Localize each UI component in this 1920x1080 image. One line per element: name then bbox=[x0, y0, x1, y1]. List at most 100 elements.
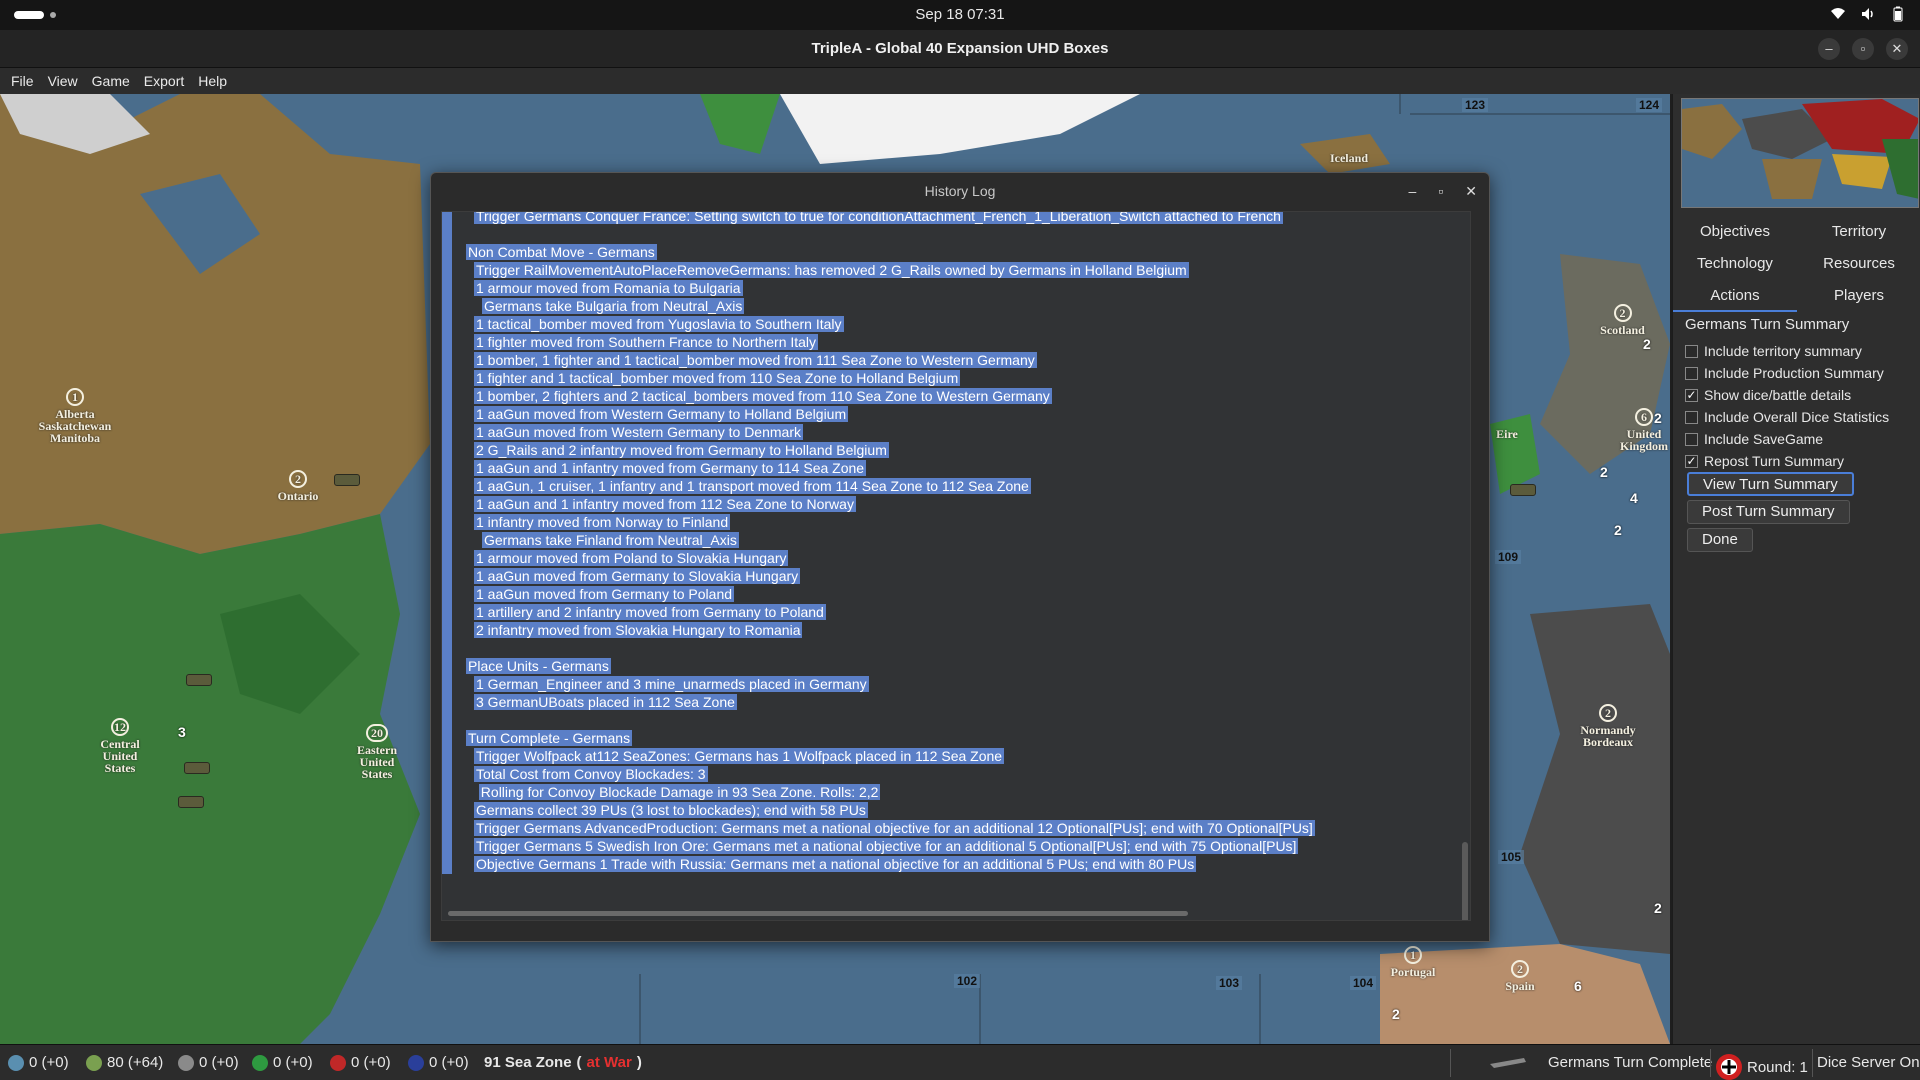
log-line[interactable]: 2 G_Rails and 2 infantry moved from Germ… bbox=[474, 442, 889, 460]
log-line[interactable]: 1 infantry moved from Norway to Finland bbox=[474, 514, 731, 532]
tab-objectives[interactable]: Objectives bbox=[1673, 216, 1797, 248]
territory-united-kingdom[interactable]: 6 United Kingdom bbox=[1618, 408, 1670, 452]
log-line-text: Trigger Germans Conquer France: Setting … bbox=[474, 212, 1283, 224]
clock[interactable]: Sep 18 07:31 bbox=[0, 6, 1920, 23]
dialog-close-button[interactable]: ✕ bbox=[1465, 173, 1477, 209]
sea-zone-label: 102 bbox=[954, 974, 981, 988]
log-line[interactable]: Total Cost from Convoy Blockades: 3 bbox=[474, 766, 708, 784]
resource-pus: 80 (+64) bbox=[86, 1054, 163, 1071]
log-line[interactable]: 1 aaGun and 1 infantry moved from German… bbox=[474, 460, 867, 478]
tab-technology[interactable]: Technology bbox=[1673, 248, 1797, 280]
log-line[interactable]: Turn Complete - Germans bbox=[466, 730, 633, 748]
territory-ontario[interactable]: 2 Ontario bbox=[270, 470, 326, 502]
unit-infantry[interactable] bbox=[186, 674, 212, 686]
dialog-minimize-button[interactable]: – bbox=[1409, 173, 1417, 209]
wifi-icon[interactable] bbox=[1830, 6, 1846, 26]
territory-iceland[interactable]: Iceland bbox=[1318, 152, 1380, 164]
log-line[interactable]: 1 aaGun moved from Germany to Slovakia H… bbox=[474, 568, 801, 586]
checkbox-unchecked-icon[interactable] bbox=[1685, 410, 1698, 424]
view-turn-summary-button[interactable]: View Turn Summary bbox=[1687, 472, 1854, 496]
log-line[interactable]: Germans take Bulgaria from Neutral_Axis bbox=[482, 298, 745, 316]
summary-option-checkbox[interactable]: Include Overall Dice Statistics bbox=[1685, 406, 1889, 428]
checkbox-unchecked-icon[interactable] bbox=[1685, 432, 1698, 446]
territory-central-us[interactable]: 12 Central United States bbox=[90, 718, 150, 774]
unit-battleship[interactable] bbox=[1510, 484, 1536, 496]
territory-spain[interactable]: 2 Spain bbox=[1495, 960, 1545, 992]
mini-map[interactable] bbox=[1681, 98, 1919, 208]
log-line[interactable]: Trigger Germans 5 Swedish Iron Ore: Germ… bbox=[474, 838, 1299, 856]
unit-fighter[interactable] bbox=[178, 796, 204, 808]
log-line[interactable]: 1 aaGun, 1 cruiser, 1 infantry and 1 tra… bbox=[474, 478, 1031, 496]
log-line[interactable]: 2 infantry moved from Slovakia Hungary t… bbox=[474, 622, 803, 640]
dialog-maximize-button[interactable]: ▫ bbox=[1438, 173, 1443, 209]
log-line[interactable]: Germans take Finland from Neutral_Axis bbox=[482, 532, 739, 550]
territory-portugal[interactable]: 1 Portugal bbox=[1385, 946, 1441, 978]
log-line[interactable]: 1 bomber, 2 fighters and 2 tactical_bomb… bbox=[474, 388, 1052, 406]
vertical-scrollbar[interactable] bbox=[1462, 842, 1468, 920]
log-line[interactable]: Trigger Germans Conquer France: Setting … bbox=[474, 212, 1283, 226]
system-tray[interactable] bbox=[1830, 6, 1906, 26]
log-line[interactable]: Rolling for Convoy Blockade Damage in 93… bbox=[478, 784, 881, 802]
log-line[interactable]: Place Units - Germans bbox=[466, 658, 611, 676]
log-line[interactable]: 1 fighter and 1 tactical_bomber moved fr… bbox=[474, 370, 961, 388]
log-line[interactable]: 1 tactical_bomber moved from Yugoslavia … bbox=[474, 316, 844, 334]
summary-option-checkbox[interactable]: Include Production Summary bbox=[1685, 362, 1889, 384]
log-line[interactable]: 1 fighter moved from Southern France to … bbox=[474, 334, 819, 352]
log-line[interactable]: Objective Germans 1 Trade with Russia: G… bbox=[474, 856, 1197, 874]
close-button[interactable]: ✕ bbox=[1886, 38, 1908, 60]
territory-alberta[interactable]: 1 Alberta Saskatchewan Manitoba bbox=[35, 388, 115, 444]
tab-players[interactable]: Players bbox=[1797, 280, 1920, 312]
checkbox-checked-icon[interactable]: ✓ bbox=[1685, 388, 1698, 402]
game-map[interactable]: 1 Alberta Saskatchewan Manitoba 2 Ontario … bbox=[0, 94, 1670, 1044]
checkbox-unchecked-icon[interactable] bbox=[1685, 366, 1698, 380]
unit-count: 2 bbox=[1654, 410, 1662, 426]
summary-option-checkbox[interactable]: Include territory summary bbox=[1685, 340, 1889, 362]
territory-scotland[interactable]: 2 Scotland bbox=[1595, 304, 1650, 336]
summary-option-checkbox[interactable]: Include SaveGame bbox=[1685, 428, 1889, 450]
post-turn-summary-button[interactable]: Post Turn Summary bbox=[1687, 500, 1850, 524]
log-line[interactable]: Non Combat Move - Germans bbox=[466, 244, 657, 262]
menu-export[interactable]: Export bbox=[137, 73, 191, 89]
menu-file[interactable]: File bbox=[4, 73, 41, 89]
checkbox-unchecked-icon[interactable] bbox=[1685, 344, 1698, 358]
log-line-text: Trigger Wolfpack at112 SeaZones: Germans… bbox=[474, 748, 1005, 764]
log-line[interactable]: 1 aaGun moved from Germany to Poland bbox=[474, 586, 735, 604]
tab-territory[interactable]: Territory bbox=[1797, 216, 1920, 248]
log-line[interactable]: 1 German_Engineer and 3 mine_unarmeds pl… bbox=[474, 676, 869, 694]
checkbox-checked-icon[interactable]: ✓ bbox=[1685, 454, 1698, 468]
log-line[interactable]: Germans collect 39 PUs (3 lost to blocka… bbox=[474, 802, 868, 820]
minimize-button[interactable]: – bbox=[1818, 38, 1840, 60]
log-line-text: Place Units - Germans bbox=[466, 658, 611, 674]
menu-view[interactable]: View bbox=[41, 73, 85, 89]
maximize-button[interactable]: ▫ bbox=[1852, 38, 1874, 60]
menu-help[interactable]: Help bbox=[191, 73, 234, 89]
summary-option-checkbox[interactable]: ✓ Repost Turn Summary bbox=[1685, 450, 1889, 472]
log-line[interactable]: 1 bomber, 1 fighter and 1 tactical_bombe… bbox=[474, 352, 1037, 370]
log-line[interactable]: Trigger Wolfpack at112 SeaZones: Germans… bbox=[474, 748, 1005, 766]
battery-icon[interactable] bbox=[1890, 6, 1906, 26]
log-line[interactable]: 1 aaGun moved from Western Germany to De… bbox=[474, 424, 803, 442]
volume-icon[interactable] bbox=[1860, 6, 1876, 26]
territory-eastern-us[interactable]: 20 Eastern United States bbox=[348, 724, 406, 780]
log-line[interactable]: 1 aaGun moved from Western Germany to Ho… bbox=[474, 406, 849, 424]
done-button[interactable]: Done bbox=[1687, 528, 1753, 552]
summary-option-checkbox[interactable]: ✓ Show dice/battle details bbox=[1685, 384, 1889, 406]
territory-normandy[interactable]: 2 Normandy Bordeaux bbox=[1572, 704, 1644, 748]
log-line[interactable]: 1 artillery and 2 infantry moved from Ge… bbox=[474, 604, 826, 622]
unit-artillery[interactable] bbox=[334, 474, 360, 486]
log-line-text: 1 infantry moved from Norway to Finland bbox=[474, 514, 731, 530]
tab-actions[interactable]: Actions bbox=[1673, 280, 1797, 312]
log-line[interactable]: 1 aaGun and 1 infantry moved from 112 Se… bbox=[474, 496, 856, 514]
tab-resources[interactable]: Resources bbox=[1797, 248, 1920, 280]
menu-game[interactable]: Game bbox=[85, 73, 137, 89]
unit-tank[interactable] bbox=[184, 762, 210, 774]
log-line[interactable]: 1 armour moved from Poland to Slovakia H… bbox=[474, 550, 789, 568]
log-line[interactable]: Trigger RailMovementAutoPlaceRemoveGerma… bbox=[474, 262, 1189, 280]
log-line[interactable]: 1 armour moved from Romania to Bulgaria bbox=[474, 280, 743, 298]
log-line[interactable]: Trigger Germans AdvancedProduction: Germ… bbox=[474, 820, 1315, 838]
history-log-tree[interactable]: Trigger Germans Conquer France: Setting … bbox=[441, 211, 1471, 921]
history-log-dialog[interactable]: History Log – ▫ ✕ Trigger Germans Conque… bbox=[430, 172, 1490, 942]
territory-eire[interactable]: Eire bbox=[1490, 428, 1524, 440]
log-line[interactable]: 3 GermanUBoats placed in 112 Sea Zone bbox=[474, 694, 737, 712]
horizontal-scrollbar[interactable] bbox=[448, 911, 1188, 916]
